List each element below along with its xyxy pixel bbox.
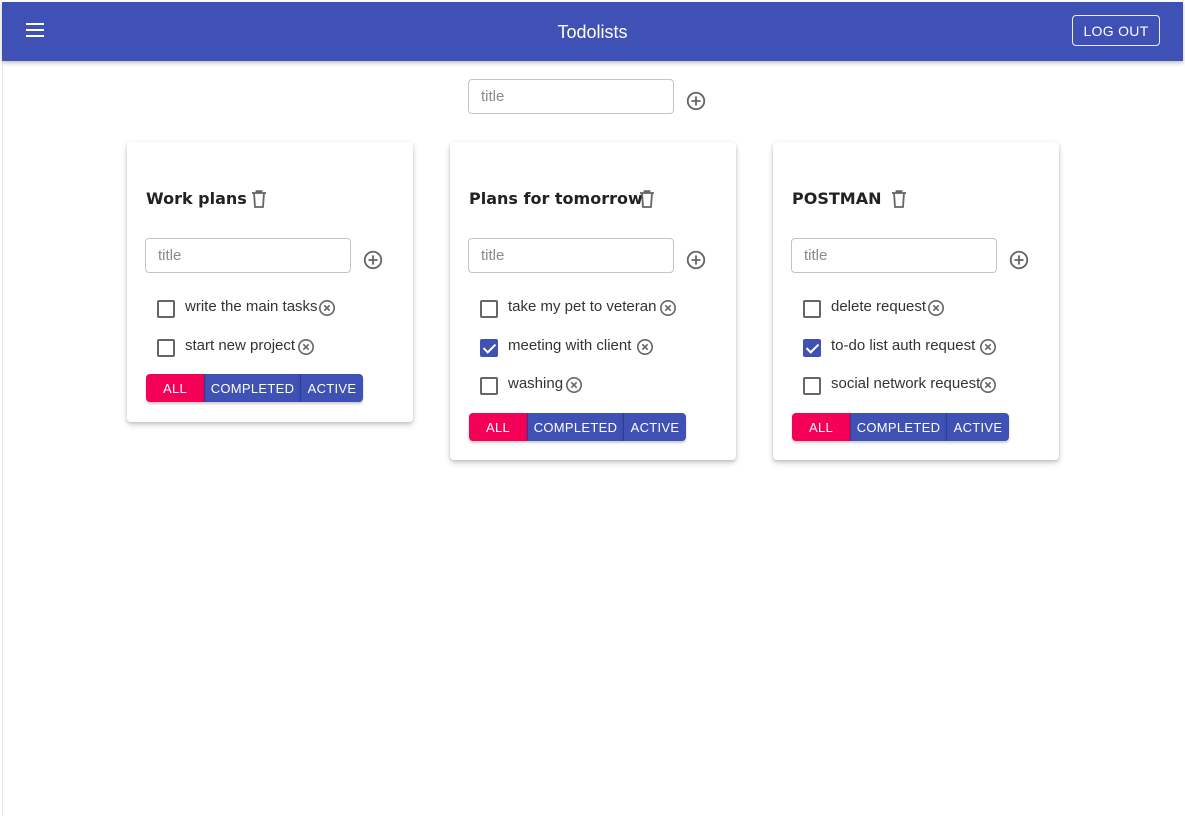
task-label: washing [508,375,564,392]
task-label: to-do list auth request [831,337,976,354]
delete-task-icon[interactable] [659,299,677,317]
add-task-icon[interactable] [1008,249,1030,271]
new-task-input[interactable] [791,238,997,273]
task-checkbox-checked[interactable] [803,339,821,357]
new-task-input[interactable] [145,238,351,273]
task-label: take my pet to veteran [508,298,657,315]
todolist-title: Plans for tomorrow [469,189,643,208]
delete-task-icon[interactable] [927,299,945,317]
task-label: social network request [831,375,981,392]
task-label: meeting with client [508,337,632,354]
add-task-icon[interactable] [362,249,384,271]
add-list-icon[interactable] [685,90,707,112]
delete-task-icon[interactable] [979,376,997,394]
filter-active-button[interactable]: ACTIVE [300,374,363,402]
add-task-icon[interactable] [685,249,707,271]
app-bar: Todolists LOG OUT [2,2,1183,61]
task-checkbox-checked[interactable] [480,339,498,357]
filter-button-group: ALL COMPLETED ACTIVE [146,374,363,402]
todolist-card: Plans for tomorrow take my pet to vetera… [450,142,736,460]
delete-task-icon[interactable] [565,376,583,394]
task-label: delete request [831,298,927,315]
delete-task-icon[interactable] [297,338,315,356]
todolist-title: POSTMAN [792,189,882,208]
filter-all-button[interactable]: ALL [792,413,850,441]
task-checkbox[interactable] [803,300,821,318]
delete-task-icon[interactable] [318,299,336,317]
delete-list-icon[interactable] [891,190,907,208]
filter-active-button[interactable]: ACTIVE [946,413,1009,441]
task-checkbox[interactable] [803,377,821,395]
task-label: start new project [185,337,296,354]
todolist-card: Work plans write the main tasks start ne… [127,142,413,422]
filter-completed-button[interactable]: COMPLETED [850,413,946,441]
task-checkbox[interactable] [480,377,498,395]
todolist-title: Work plans [146,189,247,208]
task-checkbox[interactable] [157,300,175,318]
filter-all-button[interactable]: ALL [469,413,527,441]
todolist-card: POSTMAN delete request to-do list auth r… [773,142,1059,460]
logout-button[interactable]: LOG OUT [1072,15,1160,46]
app-title: Todolists [557,22,628,42]
delete-task-icon[interactable] [979,338,997,356]
task-checkbox[interactable] [157,339,175,357]
filter-completed-button[interactable]: COMPLETED [204,374,300,402]
filter-all-button[interactable]: ALL [146,374,204,402]
delete-list-icon[interactable] [639,190,655,208]
delete-list-icon[interactable] [251,190,267,208]
filter-button-group: ALL COMPLETED ACTIVE [469,413,686,441]
task-label: write the main tasks [185,298,318,315]
filter-completed-button[interactable]: COMPLETED [527,413,623,441]
filter-button-group: ALL COMPLETED ACTIVE [792,413,1009,441]
filter-active-button[interactable]: ACTIVE [623,413,686,441]
delete-task-icon[interactable] [636,338,654,356]
new-task-input[interactable] [468,238,674,273]
new-list-title-input[interactable] [468,79,674,114]
task-checkbox[interactable] [480,300,498,318]
